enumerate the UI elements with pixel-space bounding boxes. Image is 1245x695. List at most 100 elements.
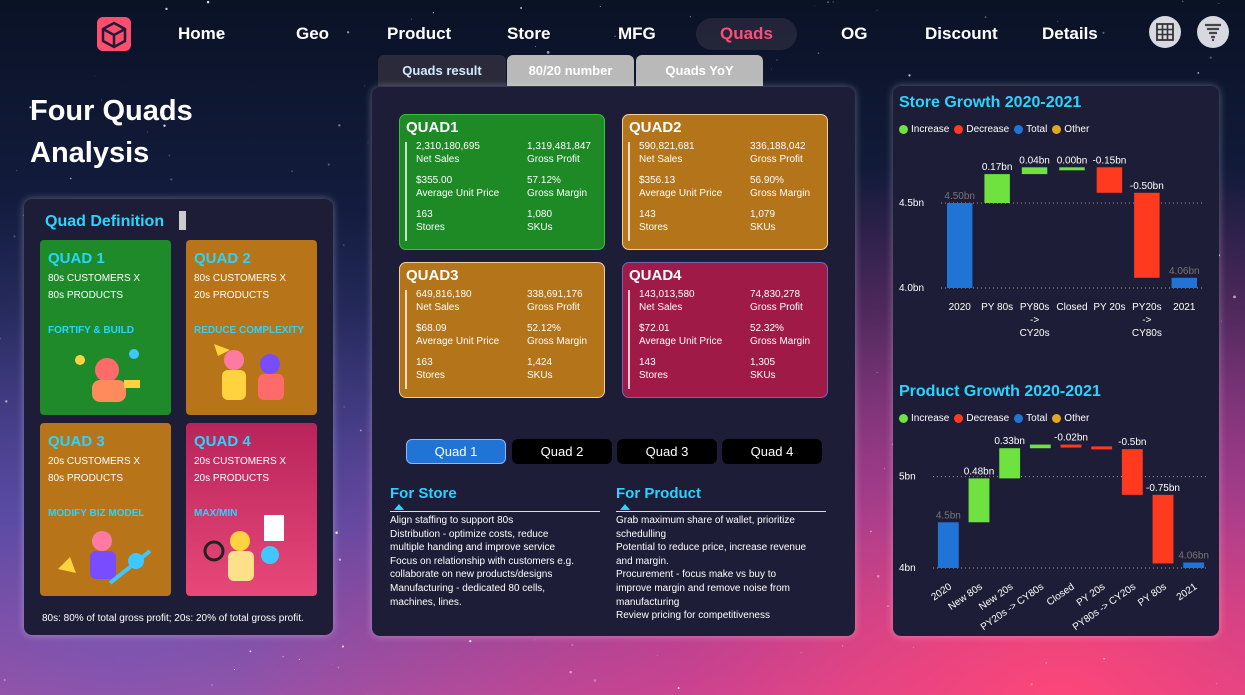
category-label: Closed <box>1045 581 1077 608</box>
star <box>343 406 345 408</box>
tab-80-20-number[interactable]: 80/20 number <box>507 55 634 86</box>
reduce-complexity-illustration <box>214 344 284 400</box>
star <box>677 687 680 689</box>
app-logo-icon[interactable] <box>94 14 134 54</box>
quad-2-button[interactable]: Quad 2 <box>512 439 612 464</box>
bar-1[interactable] <box>946 203 973 288</box>
bar-6[interactable] <box>1091 446 1113 450</box>
star <box>165 7 168 11</box>
accent-bar <box>628 290 630 389</box>
for-product-section: For Product Grab maximum share of wallet… <box>616 485 826 623</box>
quad-1-heading: QUAD 1 <box>48 250 105 267</box>
star <box>776 59 778 61</box>
metric-avg-price: $355.00 Average Unit Price <box>416 175 500 199</box>
bar-5[interactable] <box>1060 444 1082 448</box>
quad-1-definition-card: QUAD 1 80s CUSTOMERS X 80s PRODUCTS FORT… <box>40 240 171 415</box>
legend-other-swatch <box>1052 125 1062 134</box>
star <box>432 12 434 14</box>
star <box>814 5 816 6</box>
bar-6[interactable] <box>1134 192 1160 278</box>
star <box>282 656 284 658</box>
bar-2[interactable] <box>984 174 1010 203</box>
store-growth-title: Store Growth 2020-2021 <box>899 94 1082 111</box>
caret-up-icon <box>620 504 630 510</box>
star <box>534 46 536 48</box>
star <box>1218 3 1220 5</box>
bar-2[interactable] <box>968 478 990 523</box>
metric-net-sales: 2,310,180,695 Net Sales <box>416 141 480 165</box>
star <box>1057 21 1059 23</box>
bar-9[interactable] <box>1183 562 1205 568</box>
quad-1-button[interactable]: Quad 1 <box>406 439 506 464</box>
tab-quads-yoy[interactable]: Quads YoY <box>636 55 763 86</box>
nav-mfg[interactable]: MFG <box>618 24 656 44</box>
scroll-indicator[interactable] <box>179 211 186 230</box>
data-label: 4.06bn <box>1169 266 1200 277</box>
quad-2-result-title: QUAD2 <box>629 119 682 136</box>
nav-details[interactable]: Details <box>1042 24 1098 44</box>
quad-4-definition-card: QUAD 4 20s CUSTOMERS X 20s PRODUCTS MAX/… <box>186 423 317 596</box>
metric-skus: 1,080 SKUs <box>527 209 553 233</box>
store-growth-chart[interactable]: 4.5bn 4.0bn 4.50bn 2020 0.17bn PY 80s 0.04bn PY… <box>893 138 1219 348</box>
quad-3-button[interactable]: Quad 3 <box>617 439 717 464</box>
for-product-title: For Product <box>616 485 701 502</box>
data-label: 0.17bn <box>982 162 1013 173</box>
star <box>546 51 550 54</box>
nav-quads[interactable]: Quads <box>696 18 797 50</box>
quad-3-definition-card: QUAD 3 20s CUSTOMERS X 80s PRODUCTS MODI… <box>40 423 171 596</box>
star <box>1102 31 1105 34</box>
nav-geo[interactable]: Geo <box>296 24 329 44</box>
table-view-button[interactable] <box>1149 16 1181 48</box>
bar-4[interactable] <box>1029 444 1051 449</box>
bar-3[interactable] <box>1021 167 1048 175</box>
metric-gross-margin: 56.90% Gross Margin <box>750 175 811 199</box>
bar-4[interactable] <box>1059 167 1085 171</box>
star <box>1103 658 1105 660</box>
metric-avg-price: $356.13 Average Unit Price <box>639 175 723 199</box>
star <box>5 400 8 403</box>
data-label: 4.06bn <box>1178 551 1209 562</box>
bar-8[interactable] <box>1152 494 1174 564</box>
metric-skus: 1,424 SKUs <box>527 357 553 381</box>
star <box>1045 662 1047 664</box>
bar-3[interactable] <box>999 448 1021 479</box>
bar-1[interactable] <box>937 522 959 568</box>
star <box>291 170 293 172</box>
bar-7[interactable] <box>1121 449 1143 495</box>
quad-3-action: MODIFY BIZ MODEL <box>48 508 145 519</box>
filter-button[interactable] <box>1197 16 1229 48</box>
page-title: Four Quads Analysis <box>30 95 193 169</box>
legend-other-swatch <box>1052 414 1062 423</box>
quad-1-result-card[interactable]: QUAD1 2,310,180,695 Net Sales 1,319,481,847… <box>399 114 605 250</box>
star <box>211 684 213 686</box>
metric-stores: 143 Stores <box>639 357 668 381</box>
star <box>343 244 345 246</box>
tab-quads-result[interactable]: Quads result <box>378 55 506 86</box>
star <box>913 647 914 648</box>
nav-discount[interactable]: Discount <box>925 24 998 44</box>
star <box>984 16 987 18</box>
star <box>800 652 802 654</box>
quad-2-result-card[interactable]: QUAD2 590,821,681 Net Sales 336,188,042 Gros… <box>622 114 828 250</box>
y-tick-label: 4.0bn <box>899 283 924 294</box>
category-label: PY 20s <box>1093 302 1125 313</box>
legend-total-swatch <box>1014 414 1024 423</box>
quad-4-button[interactable]: Quad 4 <box>722 439 822 464</box>
accent-bar <box>405 142 407 241</box>
nav-home[interactable]: Home <box>178 24 225 44</box>
quad-4-result-card[interactable]: QUAD4 143,013,580 Net Sales 74,830,278 Gross… <box>622 262 828 398</box>
product-growth-chart[interactable]: 5bn4bn4.5bn20200.48bnNew 80s0.33bnNew 20… <box>893 428 1219 633</box>
metric-gross-profit: 336,188,042 Gross Profit <box>750 141 806 165</box>
y-tick-label: 5bn <box>899 472 916 483</box>
star <box>206 0 210 4</box>
nav-store[interactable]: Store <box>507 24 550 44</box>
quad-footnote: 80s: 80% of total gross profit; 20s: 20%… <box>42 613 304 624</box>
category-label: CY80s <box>1132 328 1162 339</box>
bar-5[interactable] <box>1096 167 1123 193</box>
quad-3-result-card[interactable]: QUAD3 649,816,180 Net Sales 338,691,176 Gros… <box>399 262 605 398</box>
nav-product[interactable]: Product <box>387 24 451 44</box>
star <box>887 605 889 607</box>
legend-increase-swatch <box>899 414 908 423</box>
bar-7[interactable] <box>1171 277 1198 288</box>
nav-og[interactable]: OG <box>841 24 867 44</box>
